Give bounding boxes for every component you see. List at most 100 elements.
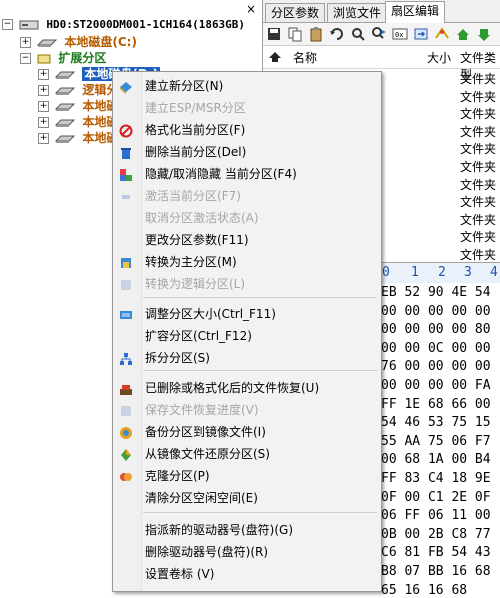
close-panel-button[interactable]: × xyxy=(246,2,256,16)
file-list-row-type[interactable]: 文件夹 xyxy=(460,105,496,122)
menu-item[interactable]: 已删除或格式化后的文件恢复(U) xyxy=(113,377,381,399)
collapse-toggle[interactable]: − xyxy=(2,19,13,30)
up-folder-icon[interactable] xyxy=(268,51,282,63)
copy-icon[interactable] xyxy=(287,26,303,42)
menu-item-label: 扩容分区(Ctrl_F12) xyxy=(145,329,252,343)
backup-icon xyxy=(119,425,133,439)
menu-item[interactable]: 指派新的驱动器号(盘符)(G) xyxy=(113,519,381,541)
tree-item-local[interactable]: + 本地磁 xyxy=(38,114,118,131)
hex-row[interactable]: EB 52 90 4E 54 xyxy=(381,285,491,300)
file-list-header: 名称 大小 文件类型 xyxy=(263,46,500,82)
menu-item[interactable]: 更改分区参数(F11) xyxy=(113,229,381,251)
menu-item-label: 克隆分区(P) xyxy=(145,469,210,483)
toolbar: 0x xyxy=(263,23,500,46)
hex-row[interactable]: 65 16 16 68 xyxy=(381,583,467,598)
tree-item-local[interactable]: + 本地磁 xyxy=(38,98,118,115)
undo-icon[interactable] xyxy=(329,26,345,42)
column-name[interactable]: 名称 xyxy=(293,49,317,66)
hard-disk-icon xyxy=(19,20,39,30)
hex-row[interactable]: 54 46 53 75 15 xyxy=(381,415,491,430)
menu-item[interactable]: 转换为主分区(M) xyxy=(113,251,381,273)
jump-icon[interactable] xyxy=(434,26,450,42)
drive-icon xyxy=(55,134,76,144)
menu-item[interactable]: 从镜像文件还原分区(S) xyxy=(113,443,381,465)
expand-toggle[interactable]: + xyxy=(20,37,31,48)
resize-icon xyxy=(119,307,133,321)
hex-row[interactable]: 00 00 0C 00 00 xyxy=(381,341,491,356)
menu-item[interactable]: 删除当前分区(Del) xyxy=(113,141,381,163)
drive-icon xyxy=(55,86,76,96)
hex-row[interactable]: FF 1E 68 66 00 xyxy=(381,397,491,412)
file-list-row-type[interactable]: 文件夹 xyxy=(460,70,496,87)
file-list-row-type[interactable]: 文件夹 xyxy=(460,158,496,175)
menu-item-label: 保存文件恢复进度(V) xyxy=(145,403,259,417)
expand-toggle[interactable]: + xyxy=(38,69,49,80)
menu-item[interactable]: 隐藏/取消隐藏 当前分区(F4) xyxy=(113,163,381,185)
home-sector-icon[interactable] xyxy=(455,26,471,42)
hex-row[interactable]: B8 07 BB 16 68 xyxy=(381,564,491,579)
expand-toggle[interactable]: + xyxy=(38,101,49,112)
file-list-row-type[interactable]: 文件夹 xyxy=(460,246,496,263)
find-next-icon[interactable] xyxy=(371,26,387,42)
hex-row[interactable]: FF 83 C4 18 9E xyxy=(381,471,491,486)
menu-item[interactable]: 格式化当前分区(F) xyxy=(113,119,381,141)
file-list-row-type[interactable]: 文件夹 xyxy=(460,176,496,193)
menu-item[interactable]: 调整分区大小(Ctrl_F11) xyxy=(113,303,381,325)
trash-icon xyxy=(119,145,133,159)
file-list-row-type[interactable]: 文件夹 xyxy=(460,88,496,105)
menu-item-label: 隐藏/取消隐藏 当前分区(F4) xyxy=(145,167,297,181)
tree-item-local[interactable]: + 本地磁 xyxy=(38,130,118,147)
hex-row[interactable]: 76 00 00 00 00 xyxy=(381,359,491,374)
hex-row[interactable]: 00 00 00 00 FA xyxy=(381,378,491,393)
menu-item[interactable]: 建立新分区(N) xyxy=(113,75,381,97)
menu-item-label: 设置卷标 (V) xyxy=(145,567,215,581)
menu-item[interactable]: 扩容分区(Ctrl_F12) xyxy=(113,325,381,347)
menu-item[interactable]: 克隆分区(P) xyxy=(113,465,381,487)
hex-row[interactable]: 55 AA 75 06 F7 xyxy=(381,434,491,449)
tree-item-c[interactable]: + 本地磁盘(C:) xyxy=(20,34,137,51)
menu-item[interactable]: 拆分分区(S) xyxy=(113,347,381,369)
hex-row[interactable]: 0F 00 C1 2E 0F xyxy=(381,490,491,505)
collapse-toggle[interactable]: − xyxy=(20,53,31,64)
hex-row[interactable]: 00 00 00 00 00 xyxy=(381,304,491,319)
hex-row[interactable]: 00 00 00 00 80 xyxy=(381,322,491,337)
tab-partition-params[interactable]: 分区参数 xyxy=(265,3,326,22)
menu-item-label: 转换为主分区(M) xyxy=(145,255,237,269)
hex-row[interactable]: 0B 00 2B C8 77 xyxy=(381,527,491,542)
hex-row[interactable]: 00 68 1A 00 B4 xyxy=(381,452,491,467)
drive-icon xyxy=(55,102,76,112)
paste-icon[interactable] xyxy=(308,26,324,42)
expand-toggle[interactable]: + xyxy=(38,117,49,128)
expand-toggle[interactable]: + xyxy=(38,85,49,96)
menu-item[interactable]: 备份分区到镜像文件(I) xyxy=(113,421,381,443)
tab-sector-edit[interactable]: 扇区编辑 xyxy=(385,1,446,23)
file-list-row-type[interactable]: 文件夹 xyxy=(460,193,496,210)
hex-row[interactable]: 06 FF 06 11 00 xyxy=(381,508,491,523)
file-list-row-type[interactable]: 文件夹 xyxy=(460,211,496,228)
goto-sector-icon[interactable] xyxy=(413,26,429,42)
next-sector-icon[interactable] xyxy=(476,26,492,42)
tree-disk-row[interactable]: − HD0:ST2000DM001-1CH164(1863GB) xyxy=(2,16,245,33)
search-icon[interactable] xyxy=(350,26,366,42)
hex-box-icon[interactable]: 0x xyxy=(392,26,408,42)
hex-row[interactable]: C6 81 FB 54 43 xyxy=(381,545,491,560)
tree-item-logical[interactable]: + 逻辑分 xyxy=(38,82,118,99)
column-size[interactable]: 大小 xyxy=(427,49,451,66)
menu-item-label: 备份分区到镜像文件(I) xyxy=(145,425,266,439)
tab-browse-files[interactable]: 浏览文件 xyxy=(327,3,388,22)
menu-item[interactable]: 删除驱动器号(盘符)(R) xyxy=(113,541,381,563)
menu-item-label: 建立ESP/MSR分区 xyxy=(145,101,246,115)
save-icon[interactable] xyxy=(266,26,282,42)
menu-item[interactable]: 设置卷标 (V) xyxy=(113,563,381,585)
file-list-row-type[interactable]: 文件夹 xyxy=(460,140,496,157)
menu-item[interactable]: 清除分区空闲空间(E) xyxy=(113,487,381,509)
expand-toggle[interactable]: + xyxy=(38,133,49,144)
tab-bar: 分区参数 浏览文件 扇区编辑 xyxy=(263,0,500,23)
hex-column-label: 3 xyxy=(464,265,472,280)
tree-item-extended[interactable]: − 扩展分区 xyxy=(20,50,106,67)
file-list-row-type[interactable]: 文件夹 xyxy=(460,228,496,245)
format-icon xyxy=(119,123,133,138)
menu-item-label: 激活当前分区(F7) xyxy=(145,189,241,203)
file-list-row-type[interactable]: 文件夹 xyxy=(460,123,496,140)
menu-separator xyxy=(143,512,377,513)
